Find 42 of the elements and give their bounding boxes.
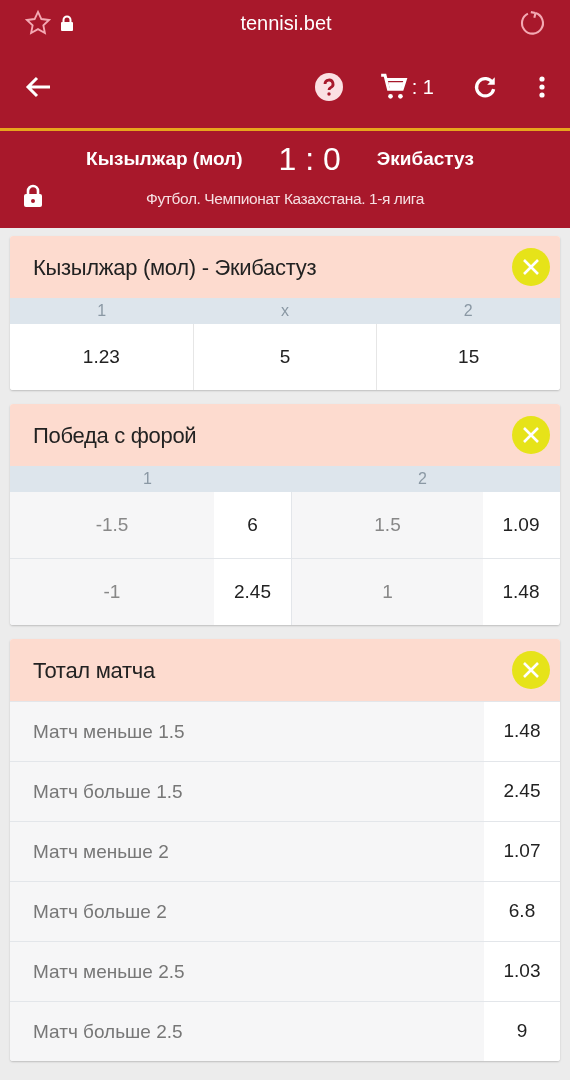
handicap-value: 1.5 bbox=[291, 492, 483, 558]
column-header: 1 bbox=[96, 301, 108, 321]
column-header: 1 bbox=[142, 469, 153, 489]
outcome-label: Матч меньше 2 bbox=[32, 840, 170, 864]
market-title: Победа с форой bbox=[33, 421, 197, 450]
odds-button[interactable]: 6.8 bbox=[484, 882, 560, 941]
outcome-label: Матч больше 2 bbox=[32, 900, 168, 924]
close-icon bbox=[522, 661, 540, 679]
back-button[interactable] bbox=[24, 74, 52, 99]
url-text[interactable]: tennisi.bet bbox=[240, 11, 332, 34]
odds-button[interactable]: 5 bbox=[192, 324, 377, 390]
outcome-label: Матч больше 2.5 bbox=[32, 1020, 184, 1044]
close-icon bbox=[522, 258, 540, 276]
outcome-label: Матч меньше 2.5 bbox=[32, 960, 186, 984]
market-title: Кызылжар (мол) - Экибастуз bbox=[33, 253, 317, 282]
column-header: x bbox=[280, 301, 290, 321]
market-title: Тотал матча bbox=[33, 656, 155, 685]
home-team: Кызылжар (мол) bbox=[86, 146, 243, 171]
away-team: Экибастуз bbox=[376, 146, 474, 171]
outcome-label: Матч меньше 1.5 bbox=[32, 720, 186, 744]
match-score: 1 : 0 bbox=[278, 140, 341, 179]
odds-button[interactable]: 2.45 bbox=[484, 762, 560, 821]
more-button[interactable] bbox=[538, 74, 546, 99]
column-header: 2 bbox=[462, 301, 474, 321]
reload-icon[interactable] bbox=[518, 8, 546, 37]
close-icon bbox=[522, 426, 540, 444]
league-text: Футбол. Чемпионат Казахстана. 1-я лига bbox=[146, 190, 424, 207]
lock-icon bbox=[60, 14, 74, 31]
star-icon[interactable] bbox=[24, 8, 52, 37]
odds-button[interactable]: 1.23 bbox=[10, 324, 193, 390]
cart-button[interactable]: : 1 bbox=[379, 71, 434, 102]
odds-button[interactable]: 1.48 bbox=[484, 702, 560, 761]
handicap-value: -1 bbox=[10, 559, 214, 625]
outcome-label: Матч больше 1.5 bbox=[32, 780, 184, 804]
help-button[interactable] bbox=[313, 71, 344, 102]
odds-button[interactable]: 1.03 bbox=[484, 942, 560, 1001]
odds-button[interactable]: 15 bbox=[376, 324, 560, 390]
column-header: 2 bbox=[417, 469, 428, 489]
odds-button[interactable]: 1.07 bbox=[484, 822, 560, 881]
odds-button[interactable]: 9 bbox=[484, 1002, 560, 1061]
handicap-value: -1.5 bbox=[10, 492, 214, 558]
handicap-value: 1 bbox=[291, 559, 483, 625]
